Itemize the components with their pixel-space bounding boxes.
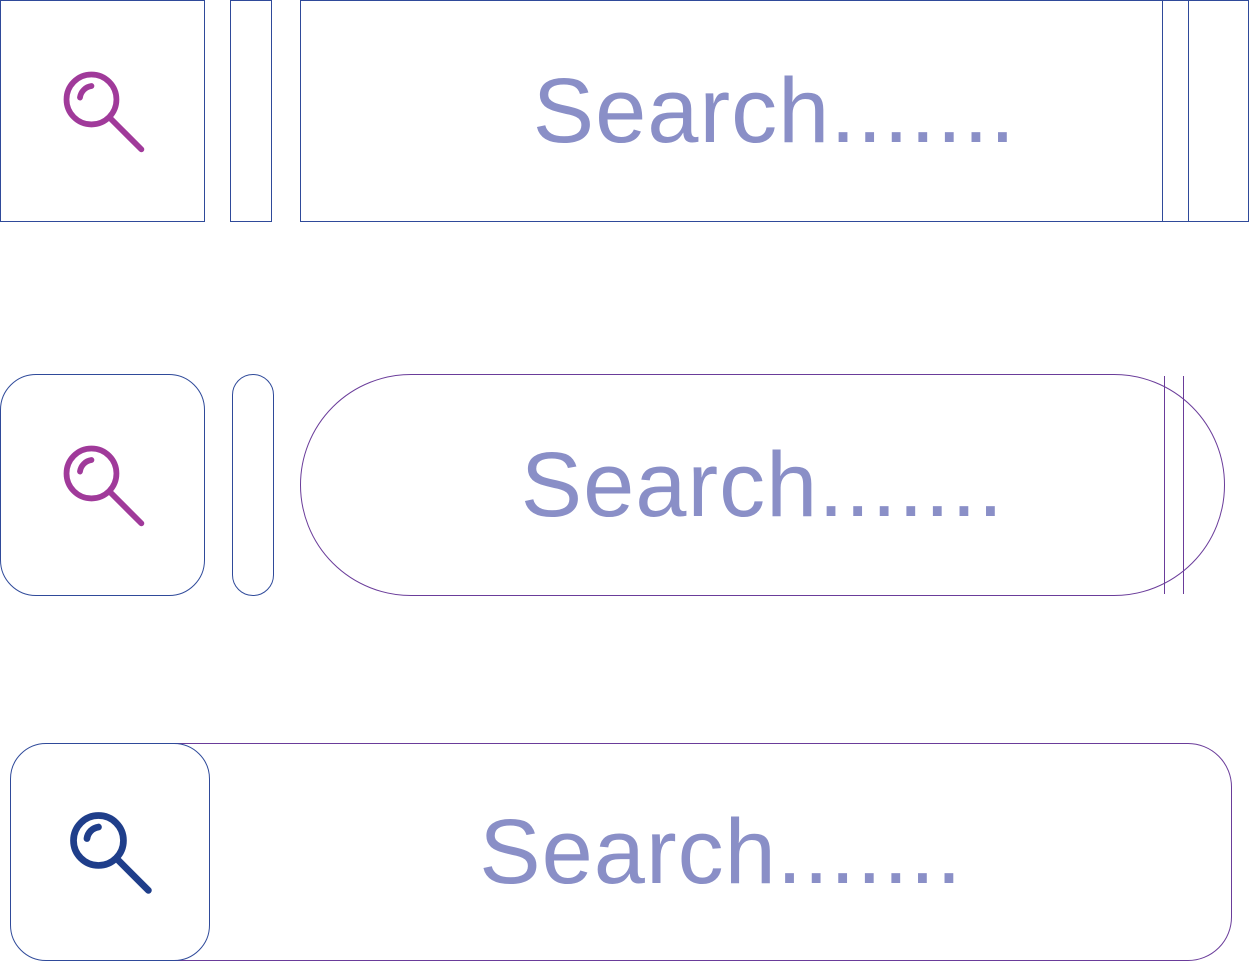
search-icon-button[interactable] <box>0 374 205 596</box>
search-icon-button[interactable] <box>10 743 210 961</box>
search-handle <box>1162 0 1189 222</box>
search-placeholder-area: Search....... <box>210 743 1232 961</box>
search-icon <box>55 437 151 533</box>
search-icon <box>62 804 158 900</box>
search-placeholder: Search....... <box>479 800 962 905</box>
search-handle <box>1164 376 1184 594</box>
search-placeholder: Search....... <box>521 433 1004 538</box>
search-divider <box>232 374 274 596</box>
search-divider <box>230 0 272 222</box>
search-input[interactable]: Search....... <box>300 374 1225 596</box>
search-icon <box>55 63 151 159</box>
search-placeholder: Search....... <box>533 59 1016 164</box>
search-input[interactable]: Search....... <box>300 0 1249 222</box>
search-icon-button[interactable] <box>0 0 205 222</box>
